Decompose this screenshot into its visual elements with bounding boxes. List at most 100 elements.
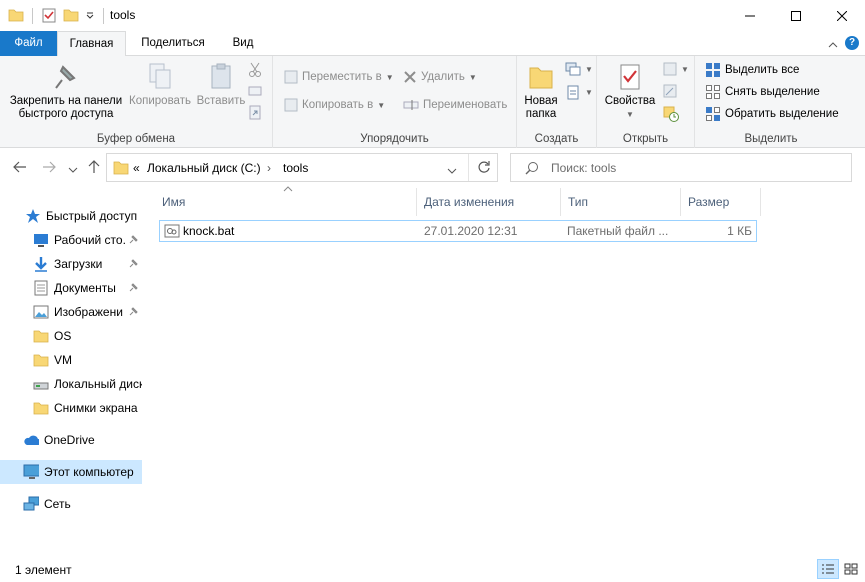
minimize-button[interactable]	[727, 0, 773, 31]
ribbon-collapse-icon[interactable]	[828, 38, 838, 52]
copy-path-button[interactable]	[248, 84, 262, 98]
window-title: tools	[110, 8, 136, 22]
easy-access-icon	[567, 85, 579, 100]
new-item-button[interactable]: ▼	[565, 62, 593, 76]
copy-icon	[149, 63, 171, 89]
close-button[interactable]	[819, 0, 865, 31]
pin-quick-access-button[interactable]: Закрепить на панели быстрого доступа	[4, 62, 128, 121]
nav-item-pictures[interactable]: Изображени	[0, 300, 142, 324]
breadcrumb-tools[interactable]: tools	[283, 161, 308, 175]
select-all-icon	[706, 63, 720, 77]
forward-arrow-icon[interactable]	[42, 160, 56, 178]
ribbon-tabs: Файл Главная Поделиться Вид ?	[0, 31, 865, 57]
move-to-label: Переместить в	[302, 71, 382, 83]
move-to-icon	[284, 70, 298, 84]
search-placeholder: Поиск: tools	[551, 161, 617, 175]
separator	[103, 8, 104, 24]
easy-access-button[interactable]: ▼	[565, 84, 593, 100]
address-dropdown-icon[interactable]	[447, 164, 457, 178]
column-header-type[interactable]: Тип	[561, 188, 681, 216]
nav-item-downloads[interactable]: Загрузки	[0, 252, 142, 276]
new-folder-qat-icon[interactable]	[63, 8, 79, 25]
new-group: Новая папка ▼ ▼ Создать	[517, 56, 597, 148]
details-view-button[interactable]	[817, 559, 839, 579]
breadcrumb-local-disk[interactable]: Локальный диск (C:)	[147, 161, 261, 175]
nav-item-documents[interactable]: Документы	[0, 276, 142, 300]
address-bar[interactable]: « Локальный диск (C:) › tools	[106, 153, 498, 182]
separator	[32, 8, 33, 24]
up-arrow-icon[interactable]	[87, 160, 101, 178]
copy-to-button[interactable]: Копировать в ▼	[284, 98, 385, 112]
file-name: knock.bat	[183, 224, 235, 238]
delete-button[interactable]: Удалить ▼	[403, 70, 477, 84]
move-to-button[interactable]: Переместить в ▼	[284, 70, 394, 84]
paste-label: Вставить	[196, 95, 246, 107]
status-bar: 1 элемент	[0, 558, 865, 582]
file-size: 1 КБ	[727, 224, 752, 238]
maximize-button[interactable]	[773, 0, 819, 31]
nav-onedrive[interactable]: OneDrive	[0, 428, 142, 452]
large-icons-view-button[interactable]	[840, 559, 862, 579]
recent-locations-icon[interactable]	[68, 162, 78, 179]
rename-icon	[403, 100, 419, 110]
pin-icon[interactable]	[128, 234, 138, 248]
file-row[interactable]: knock.bat 27.01.2020 12:31 Пакетный файл…	[159, 220, 757, 242]
nav-item-os[interactable]: OS	[0, 324, 142, 348]
nav-this-pc[interactable]: Этот компьютер	[0, 460, 142, 484]
tab-home[interactable]: Главная	[57, 31, 126, 57]
properties-button[interactable]: Свойства ▼	[603, 62, 657, 121]
help-icon[interactable]: ?	[845, 36, 859, 50]
clipboard-group-label: Буфер обмена	[96, 133, 176, 145]
edit-button[interactable]	[663, 84, 677, 98]
qat-dropdown-icon[interactable]	[85, 9, 95, 23]
copy-to-icon	[284, 98, 298, 112]
pin-icon[interactable]	[128, 306, 138, 320]
column-header-size[interactable]: Размер	[681, 188, 761, 216]
column-header-date[interactable]: Дата изменения	[417, 188, 561, 216]
history-button[interactable]	[663, 106, 679, 122]
paste-shortcut-button[interactable]	[248, 104, 262, 120]
select-all-button[interactable]: Выделить все	[705, 62, 799, 78]
maximize-icon	[791, 10, 801, 21]
refresh-icon[interactable]	[477, 160, 491, 177]
new-group-label: Создать	[534, 133, 579, 145]
column-header-name[interactable]: Имя	[155, 188, 417, 216]
tab-share[interactable]: Поделиться	[132, 31, 214, 56]
select-group: Выделить все Снять выделение Обратить вы…	[695, 56, 847, 148]
nav-network[interactable]: Сеть	[0, 492, 142, 516]
delete-icon	[404, 71, 416, 83]
open-icon	[663, 62, 677, 76]
nav-item-desktop[interactable]: Рабочий сто.	[0, 228, 142, 252]
nav-item-screenshots[interactable]: Снимки экрана	[0, 396, 142, 420]
nav-item-local-disk[interactable]: Локальный диск	[0, 372, 142, 396]
paste-button[interactable]: Вставить	[194, 62, 248, 108]
delete-label: Удалить	[421, 71, 465, 83]
pin-icon[interactable]	[128, 258, 138, 272]
copy-label: Копировать	[129, 95, 191, 107]
scissors-icon	[249, 62, 261, 77]
rename-button[interactable]: Переименовать	[403, 98, 507, 112]
select-none-button[interactable]: Снять выделение	[705, 84, 820, 100]
document-icon	[33, 280, 49, 296]
open-button[interactable]: ▼	[663, 62, 689, 76]
cut-button[interactable]	[248, 62, 262, 78]
details-view-icon	[822, 564, 834, 574]
tab-file[interactable]: Файл	[0, 31, 57, 56]
download-icon	[33, 256, 49, 272]
new-folder-button[interactable]: Новая папка	[521, 62, 561, 121]
back-arrow-icon[interactable]	[13, 160, 27, 178]
pin-icon	[55, 65, 76, 89]
search-box[interactable]: Поиск: tools	[510, 153, 852, 182]
pin-icon[interactable]	[128, 282, 138, 296]
tab-view[interactable]: Вид	[222, 31, 264, 56]
select-none-icon	[706, 85, 720, 99]
copy-button[interactable]: Копировать	[126, 62, 194, 108]
copy-to-label: Копировать в	[302, 99, 374, 111]
nav-quick-access[interactable]: Быстрый доступ	[0, 204, 142, 228]
invert-selection-button[interactable]: Обратить выделение	[705, 106, 839, 122]
rename-label: Переименовать	[423, 99, 508, 111]
breadcrumb-overflow[interactable]: «	[133, 161, 140, 175]
properties-qat-icon[interactable]	[41, 7, 57, 26]
nav-item-vm[interactable]: VM	[0, 348, 142, 372]
cloud-icon	[23, 432, 39, 448]
